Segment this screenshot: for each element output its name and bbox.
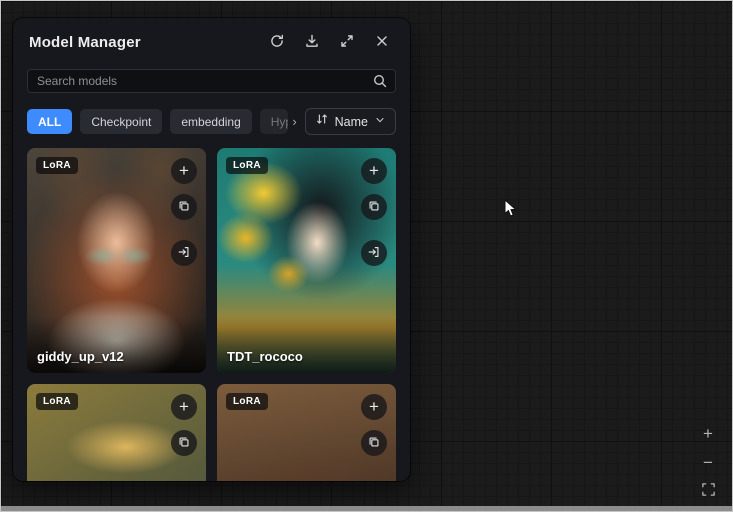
filter-chip-all[interactable]: ALL bbox=[27, 109, 72, 134]
add-model-button[interactable]: + bbox=[361, 394, 387, 420]
fit-view-button[interactable] bbox=[698, 481, 718, 501]
filter-chip-embedding[interactable]: embedding bbox=[170, 109, 251, 134]
fit-view-icon bbox=[701, 482, 716, 500]
search-input[interactable] bbox=[27, 69, 396, 93]
load-model-button[interactable] bbox=[171, 240, 197, 266]
copy-icon bbox=[367, 435, 381, 452]
copy-model-button[interactable] bbox=[361, 194, 387, 220]
zoom-in-button[interactable]: + bbox=[698, 423, 718, 443]
refresh-button[interactable] bbox=[269, 35, 285, 51]
model-cards-grid: LoRA + giddy_up_v12 bbox=[27, 148, 396, 481]
import-icon bbox=[177, 245, 191, 262]
model-card[interactable]: LoRA + bbox=[27, 384, 206, 481]
model-type-badge: LoRA bbox=[36, 157, 78, 174]
chevron-down-icon bbox=[374, 113, 386, 131]
add-model-button[interactable]: + bbox=[171, 158, 197, 184]
model-type-badge: LoRA bbox=[226, 157, 268, 174]
app-canvas[interactable]: Model Manager bbox=[0, 0, 733, 512]
zoom-out-button[interactable]: − bbox=[698, 452, 718, 472]
filter-chip-hypernetwork[interactable]: Hype bbox=[260, 109, 289, 134]
expand-icon bbox=[339, 33, 355, 52]
model-manager-panel: Model Manager bbox=[13, 18, 410, 481]
copy-model-button[interactable] bbox=[361, 430, 387, 456]
model-card[interactable]: LoRA + bbox=[217, 384, 396, 481]
copy-icon bbox=[367, 199, 381, 216]
refresh-icon bbox=[269, 33, 285, 52]
model-name: giddy_up_v12 bbox=[37, 349, 124, 364]
model-type-badge: LoRA bbox=[226, 393, 268, 410]
canvas-controls: + − bbox=[698, 423, 718, 501]
panel-header-actions bbox=[269, 35, 394, 51]
model-card[interactable]: LoRA + TDT_rococo bbox=[217, 148, 396, 373]
copy-icon bbox=[177, 435, 191, 452]
download-icon bbox=[304, 33, 320, 52]
model-type-badge: LoRA bbox=[36, 393, 78, 410]
mouse-cursor bbox=[504, 199, 518, 223]
download-button[interactable] bbox=[304, 35, 320, 51]
sort-label: Name bbox=[335, 115, 368, 129]
filter-row: ALL Checkpoint embedding Hype › Name bbox=[27, 108, 396, 135]
sort-arrows-icon bbox=[315, 112, 329, 131]
expand-button[interactable] bbox=[339, 35, 355, 51]
add-model-button[interactable]: + bbox=[361, 158, 387, 184]
filter-chip-checkpoint[interactable]: Checkpoint bbox=[80, 109, 162, 134]
search-icon bbox=[372, 73, 388, 94]
add-model-button[interactable]: + bbox=[171, 394, 197, 420]
chip-overflow-chevron-icon[interactable]: › bbox=[292, 115, 296, 128]
search-bar bbox=[27, 69, 396, 93]
model-name-overlay: giddy_up_v12 bbox=[27, 317, 206, 373]
close-icon bbox=[374, 33, 390, 52]
sort-dropdown[interactable]: Name bbox=[305, 108, 396, 135]
model-name-overlay: TDT_rococo bbox=[217, 317, 396, 373]
copy-model-button[interactable] bbox=[171, 430, 197, 456]
copy-icon bbox=[177, 199, 191, 216]
copy-model-button[interactable] bbox=[171, 194, 197, 220]
model-card[interactable]: LoRA + giddy_up_v12 bbox=[27, 148, 206, 373]
window-edge bbox=[1, 506, 732, 511]
panel-title: Model Manager bbox=[29, 34, 269, 51]
model-name: TDT_rococo bbox=[227, 349, 303, 364]
load-model-button[interactable] bbox=[361, 240, 387, 266]
panel-header: Model Manager bbox=[13, 18, 410, 63]
import-icon bbox=[367, 245, 381, 262]
close-button[interactable] bbox=[374, 35, 390, 51]
